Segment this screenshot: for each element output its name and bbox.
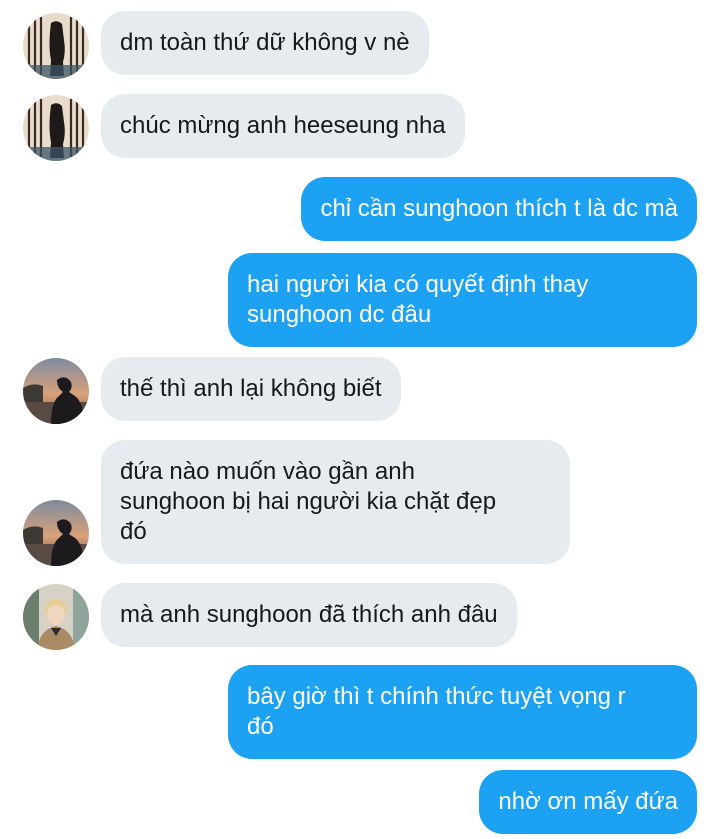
avatar-sunset-person-image <box>23 358 89 424</box>
message-text: chỉ cần sunghoon thích t là dc mà <box>320 195 678 222</box>
message-bubble-incoming[interactable]: mà anh sunghoon đã thích anh đâu <box>101 583 517 647</box>
message-text: mà anh sunghoon đã thích anh đâu <box>120 601 498 628</box>
message-text-line: đứa nào muốn vào gần anh <box>120 458 415 485</box>
message-bubble-outgoing[interactable]: bây giờ thì t chính thức tuyệt vọng r đó <box>228 665 697 759</box>
avatar-window-person[interactable] <box>23 95 89 161</box>
message-bubble-outgoing[interactable]: chỉ cần sunghoon thích t là dc mà <box>301 177 697 241</box>
message-text: chúc mừng anh heeseung nha <box>120 112 446 139</box>
message-bubble-incoming[interactable]: thế thì anh lại không biết <box>101 357 401 421</box>
avatar-sunset-person[interactable] <box>23 500 89 566</box>
message-text-line: sunghoon dc đâu <box>247 301 432 328</box>
message-bubble-incoming[interactable]: dm toàn thứ dữ không v nè <box>101 11 429 75</box>
message-text: thế thì anh lại không biết <box>120 375 382 402</box>
message-text: nhờ ơn mấy đứa <box>498 788 678 815</box>
message-bubble-incoming[interactable]: chúc mừng anh heeseung nha <box>101 94 465 158</box>
message-bubble-outgoing[interactable]: nhờ ơn mấy đứa <box>479 770 697 834</box>
message-bubble-outgoing[interactable]: hai người kia có quyết định thay sunghoo… <box>228 253 697 347</box>
avatar-window-person-image <box>23 13 89 79</box>
message-text-line: đó <box>120 518 147 545</box>
message-text-line: đó <box>247 713 274 740</box>
avatar-sunset-person-image <box>23 500 89 566</box>
message-text-line: bây giờ thì t chính thức tuyệt vọng r <box>247 683 626 710</box>
avatar-window-person-image <box>23 95 89 161</box>
message-text-line: hai người kia có quyết định thay <box>247 271 589 298</box>
avatar-window-person[interactable] <box>23 13 89 79</box>
avatar-blond-person[interactable] <box>23 584 89 650</box>
message-bubble-incoming[interactable]: đứa nào muốn vào gần anh sunghoon bị hai… <box>101 440 570 564</box>
message-text-line: sunghoon bị hai người kia chặt đẹp <box>120 488 497 515</box>
message-text: dm toàn thứ dữ không v nè <box>120 29 410 56</box>
avatar-sunset-person[interactable] <box>23 358 89 424</box>
avatar-blond-person-image <box>23 584 89 650</box>
